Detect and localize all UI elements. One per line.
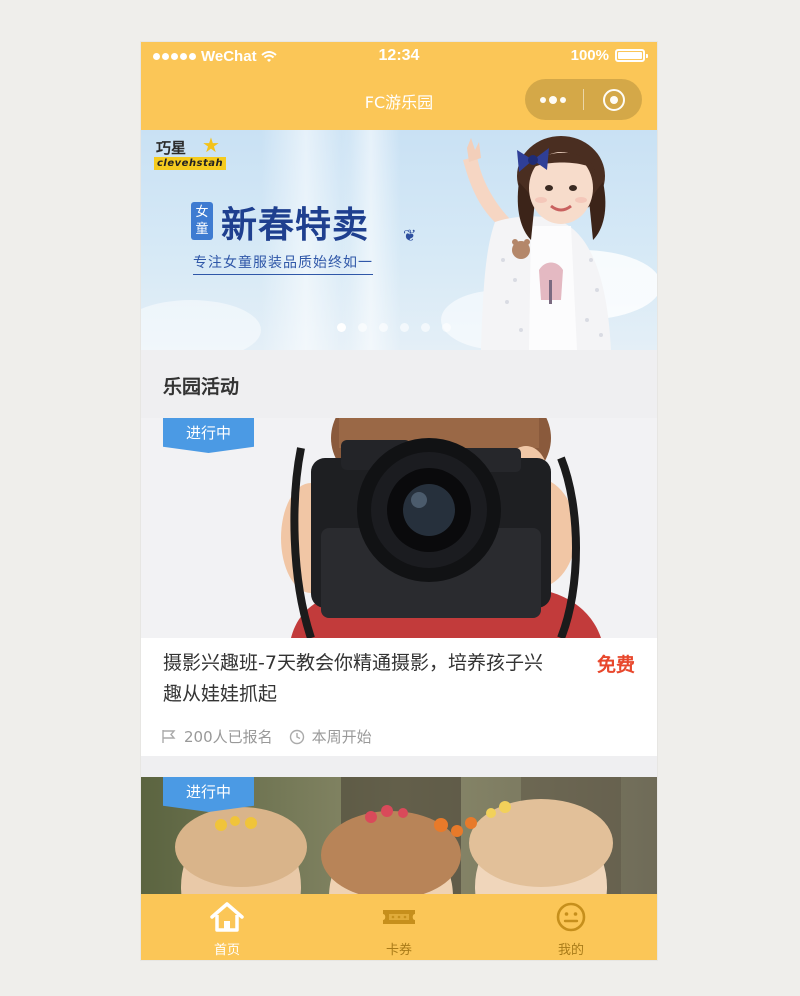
battery-icon — [615, 49, 648, 62]
tab-coupons[interactable]: 卡券 — [313, 894, 485, 960]
status-ribbon: 进行中 — [163, 777, 254, 812]
promo-subtitle: 专注女童服装品质始终如一 — [193, 252, 373, 275]
girl-photo — [463, 136, 611, 350]
tab-bar: 首页 卡券 我的 — [141, 894, 657, 960]
battery-status: 100% — [570, 47, 648, 64]
ticket-icon — [383, 910, 415, 924]
promo-headline: 新春特卖 — [221, 205, 370, 246]
slide-dot[interactable] — [337, 323, 346, 332]
activity-card[interactable]: 进行中 摄影兴趣班-7天教会你精通摄影，培养孩子兴趣从娃娃抓起 免费 200人已… — [141, 418, 657, 756]
start-label: 本周开始 — [311, 728, 372, 746]
status-ribbon: 进行中 — [163, 418, 254, 453]
section-header: 乐园活动 — [141, 350, 657, 418]
tab-profile[interactable]: 我的 — [485, 894, 657, 960]
clock-icon — [289, 729, 304, 744]
signup-count: 200人已报名 — [161, 726, 273, 747]
brand-name-cn: 巧星 — [156, 139, 187, 157]
star-icon: ★ — [202, 133, 220, 157]
slide-dot[interactable] — [358, 323, 367, 332]
miniprogram-capsule — [525, 79, 642, 120]
brand-name-en: clevehstah — [154, 157, 227, 170]
slide-dot[interactable] — [400, 323, 409, 332]
tab-label: 我的 — [557, 943, 584, 958]
smiley-icon — [556, 902, 586, 932]
capsule-divider — [583, 89, 584, 110]
status-bar: WeChat 12:34 100% — [141, 42, 657, 70]
category-badge: 女童 — [191, 202, 213, 240]
home-icon — [210, 902, 244, 932]
tab-label: 首页 — [213, 943, 240, 958]
brand-logo: 巧星 ★ clevehstah — [154, 135, 232, 173]
tab-label: 卡券 — [385, 943, 412, 958]
cloud-decoration — [141, 300, 261, 350]
section-title: 乐园活动 — [163, 376, 240, 398]
activity-meta: 200人已报名 本周开始 — [161, 726, 388, 747]
activity-price: 免费 — [596, 654, 635, 676]
activity-title[interactable]: 摄影兴趣班-7天教会你精通摄影，培养孩子兴趣从娃娃抓起 — [163, 648, 543, 710]
slide-dot[interactable] — [379, 323, 388, 332]
slide-dot[interactable] — [421, 323, 430, 332]
signup-label: 200人已报名 — [184, 728, 273, 746]
slide-indicator[interactable] — [337, 323, 451, 332]
close-target-icon[interactable] — [603, 89, 625, 111]
navigation-bar: FC游乐园 — [141, 70, 657, 130]
more-icon[interactable] — [540, 96, 566, 104]
battery-percent: 100% — [570, 47, 609, 64]
phone-screen: WeChat 12:34 100% FC游乐园 巧星 ★ clevehstah … — [141, 42, 657, 960]
flag-icon — [162, 730, 176, 743]
start-time: 本周开始 — [289, 726, 372, 747]
promo-banner[interactable]: 巧星 ★ clevehstah 女童 新春特卖 ❦ 专注女童服装品质始终如一 — [141, 130, 657, 350]
slide-dot[interactable] — [442, 323, 451, 332]
tab-home[interactable]: 首页 — [141, 894, 313, 960]
